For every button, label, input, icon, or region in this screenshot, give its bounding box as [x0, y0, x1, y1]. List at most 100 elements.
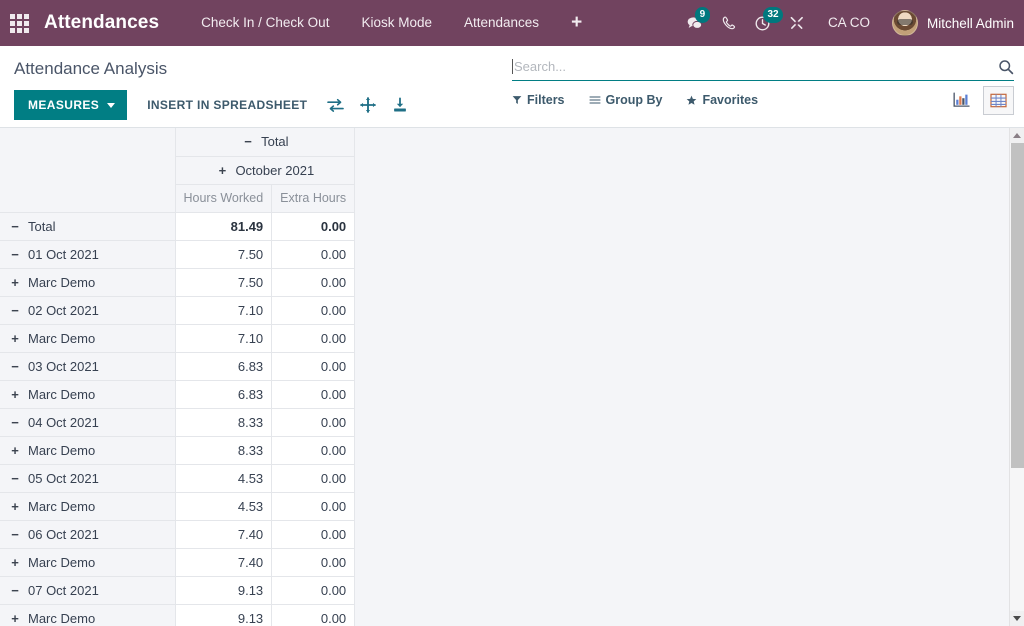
scrollbar-track[interactable]: [1010, 143, 1024, 611]
measure-cell[interactable]: 7.50: [175, 268, 272, 296]
measure-cell[interactable]: 0.00: [272, 436, 355, 464]
measure-cell[interactable]: 0.00: [272, 352, 355, 380]
measure-cell[interactable]: 0.00: [272, 464, 355, 492]
company-switcher[interactable]: CA CO: [814, 0, 884, 46]
row-header-cell[interactable]: −02 Oct 2021: [0, 296, 175, 324]
measure-cell[interactable]: 6.83: [175, 352, 272, 380]
filters-dropdown[interactable]: Filters: [512, 89, 579, 111]
measure-header-hours-worked[interactable]: Hours Worked: [175, 184, 272, 212]
measure-cell[interactable]: 7.40: [175, 520, 272, 548]
collapse-toggle-icon[interactable]: −: [8, 247, 22, 262]
expand-all-button[interactable]: [352, 93, 384, 117]
download-xlsx-button[interactable]: [384, 93, 416, 117]
scrollbar-thumb[interactable]: [1011, 143, 1024, 468]
row-header-cell[interactable]: +Marc Demo: [0, 268, 175, 296]
measure-cell[interactable]: 6.83: [175, 380, 272, 408]
measure-cell[interactable]: 9.13: [175, 604, 272, 626]
app-brand-title[interactable]: Attendances: [44, 12, 159, 34]
row-header-cell[interactable]: −07 Oct 2021: [0, 576, 175, 604]
collapse-toggle-icon[interactable]: −: [8, 471, 22, 486]
measure-cell[interactable]: 4.53: [175, 492, 272, 520]
pivot-corner-cell: [0, 128, 175, 212]
measure-cell[interactable]: 4.53: [175, 464, 272, 492]
measures-button[interactable]: MEASURES: [14, 90, 127, 120]
collapse-toggle-icon[interactable]: −: [8, 415, 22, 430]
vertical-scrollbar[interactable]: [1009, 128, 1024, 626]
expand-toggle-icon[interactable]: +: [8, 443, 22, 458]
expand-toggle-icon[interactable]: +: [8, 499, 22, 514]
measure-cell[interactable]: 7.40: [175, 548, 272, 576]
scroll-down-button[interactable]: [1010, 611, 1024, 626]
col-period-label: October 2021: [235, 163, 314, 178]
measure-cell[interactable]: 0.00: [272, 576, 355, 604]
measure-cell[interactable]: 0.00: [272, 296, 355, 324]
collapse-toggle-icon[interactable]: −: [8, 527, 22, 542]
row-header-cell[interactable]: +Marc Demo: [0, 604, 175, 626]
menu-item-attendances[interactable]: Attendances: [448, 0, 555, 46]
expand-toggle-icon[interactable]: +: [8, 555, 22, 570]
col-period-toggle-icon[interactable]: +: [215, 163, 229, 178]
add-menu-button[interactable]: +: [555, 0, 598, 46]
row-header-cell[interactable]: −03 Oct 2021: [0, 352, 175, 380]
row-header-cell[interactable]: +Marc Demo: [0, 324, 175, 352]
menu-item-check-in-out[interactable]: Check In / Check Out: [185, 0, 345, 46]
measure-cell[interactable]: 0.00: [272, 268, 355, 296]
user-menu[interactable]: Mitchell Admin: [884, 10, 1014, 36]
row-header-cell[interactable]: +Marc Demo: [0, 492, 175, 520]
search-icon-wrapper[interactable]: [992, 59, 1014, 75]
measure-cell[interactable]: 8.33: [175, 408, 272, 436]
graph-view-button[interactable]: [946, 86, 977, 115]
menu-item-kiosk-mode[interactable]: Kiosk Mode: [345, 0, 448, 46]
favorites-dropdown[interactable]: Favorites: [686, 89, 772, 111]
col-group-period-header[interactable]: + October 2021: [175, 156, 355, 184]
measure-cell[interactable]: 0.00: [272, 380, 355, 408]
flip-axis-button[interactable]: [319, 94, 352, 117]
measure-cell[interactable]: 7.50: [175, 240, 272, 268]
activities-button[interactable]: 32: [746, 0, 780, 46]
col-total-toggle-icon[interactable]: −: [241, 134, 255, 149]
apps-menu-button[interactable]: [0, 0, 38, 46]
col-group-total-header[interactable]: −Total: [175, 128, 355, 156]
row-header-cell[interactable]: −Total: [0, 212, 175, 240]
measure-cell[interactable]: 0.00: [272, 520, 355, 548]
pivot-view-button[interactable]: [983, 86, 1014, 115]
measure-cell[interactable]: 0.00: [272, 324, 355, 352]
measure-cell[interactable]: 7.10: [175, 324, 272, 352]
measure-cell[interactable]: 0.00: [272, 604, 355, 626]
collapse-toggle-icon[interactable]: −: [8, 583, 22, 598]
measures-button-label: MEASURES: [28, 99, 99, 111]
debug-tools-button[interactable]: [780, 0, 814, 46]
download-xlsx-icon: [392, 97, 408, 113]
collapse-toggle-icon[interactable]: −: [8, 359, 22, 374]
measure-cell[interactable]: 8.33: [175, 436, 272, 464]
phone-button[interactable]: [712, 0, 746, 46]
expand-toggle-icon[interactable]: +: [8, 275, 22, 290]
measure-cell[interactable]: 7.10: [175, 296, 272, 324]
row-header-cell[interactable]: +Marc Demo: [0, 436, 175, 464]
measure-cell[interactable]: 0.00: [272, 492, 355, 520]
group-by-dropdown[interactable]: Group By: [589, 89, 677, 111]
row-header-cell[interactable]: −04 Oct 2021: [0, 408, 175, 436]
expand-toggle-icon[interactable]: +: [8, 611, 22, 626]
scroll-up-button[interactable]: [1010, 128, 1024, 143]
expand-toggle-icon[interactable]: +: [8, 387, 22, 402]
row-header-cell[interactable]: +Marc Demo: [0, 548, 175, 576]
messages-button[interactable]: 9: [678, 0, 712, 46]
row-header-cell[interactable]: −06 Oct 2021: [0, 520, 175, 548]
row-header-cell[interactable]: −05 Oct 2021: [0, 464, 175, 492]
measure-cell[interactable]: 0.00: [272, 548, 355, 576]
measure-cell[interactable]: 0.00: [272, 212, 355, 240]
search-input[interactable]: [514, 59, 992, 74]
row-header-cell[interactable]: −01 Oct 2021: [0, 240, 175, 268]
measure-header-extra-hours[interactable]: Extra Hours: [272, 184, 355, 212]
measure-cell[interactable]: 0.00: [272, 408, 355, 436]
expand-toggle-icon[interactable]: +: [8, 331, 22, 346]
collapse-toggle-icon[interactable]: −: [8, 303, 22, 318]
search-box[interactable]: [512, 54, 1014, 81]
measure-cell[interactable]: 0.00: [272, 240, 355, 268]
measure-cell[interactable]: 81.49: [175, 212, 272, 240]
measure-cell[interactable]: 9.13: [175, 576, 272, 604]
row-header-cell[interactable]: +Marc Demo: [0, 380, 175, 408]
insert-in-spreadsheet-button[interactable]: INSERT IN SPREADSHEET: [135, 90, 319, 120]
collapse-toggle-icon[interactable]: −: [8, 219, 22, 234]
